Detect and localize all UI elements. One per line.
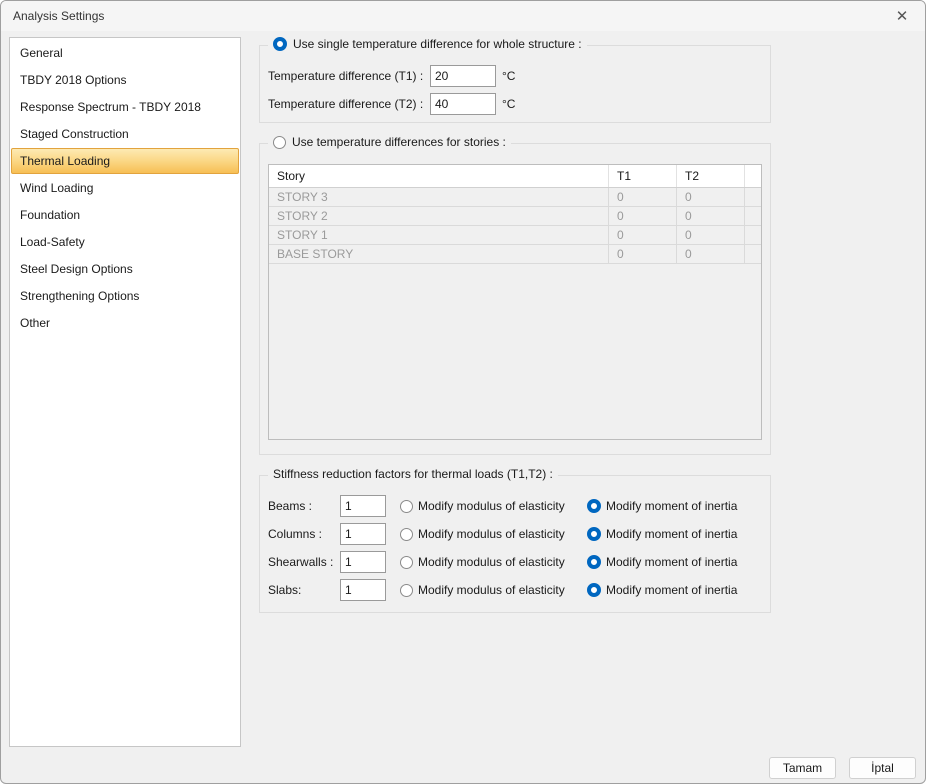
stiffness-group-head: Stiffness reduction factors for thermal … [268, 467, 558, 481]
sidebar-item-other[interactable]: Other [11, 310, 239, 336]
sidebar-item-tbdy-2018-options[interactable]: TBDY 2018 Options [11, 67, 239, 93]
t1-unit: °C [502, 69, 515, 83]
single-temp-group: Use single temperature difference for wh… [259, 45, 771, 123]
t1-cell: 0 [609, 188, 677, 206]
columns-inertia-radio[interactable] [587, 527, 601, 541]
modulus-option-label: Modify modulus of elasticity [418, 499, 565, 513]
t1-cell: 0 [609, 226, 677, 244]
columns-modulus-radio[interactable] [400, 528, 413, 541]
t2-unit: °C [502, 97, 515, 111]
stiffness-group: Stiffness reduction factors for thermal … [259, 475, 771, 613]
t2-label: Temperature difference (T2) : [268, 97, 430, 111]
window-title: Analysis Settings [13, 9, 104, 23]
titlebar: Analysis Settings ✕ [1, 1, 925, 31]
story-temp-group-head: Use temperature differences for stories … [268, 135, 511, 149]
slabs-label: Slabs: [268, 583, 340, 597]
slabs-modulus-radio[interactable] [400, 584, 413, 597]
t2-cell: 0 [677, 188, 745, 206]
slabs-inertia-radio[interactable] [587, 583, 601, 597]
shearwalls-inertia-radio[interactable] [587, 555, 601, 569]
table-row[interactable]: BASE STORY 0 0 [269, 245, 761, 264]
shearwalls-row: Shearwalls : Modify modulus of elasticit… [260, 548, 770, 576]
single-temp-radio-label: Use single temperature difference for wh… [293, 37, 582, 51]
modulus-option-label: Modify modulus of elasticity [418, 583, 565, 597]
story-temp-group: Use temperature differences for stories … [259, 143, 771, 455]
analysis-settings-dialog: Analysis Settings ✕ General TBDY 2018 Op… [0, 0, 926, 784]
single-temp-radio[interactable] [273, 37, 287, 51]
single-temp-group-head: Use single temperature difference for wh… [268, 37, 587, 51]
story-cell: STORY 2 [269, 207, 609, 225]
header-t1: T1 [609, 165, 677, 187]
header-filler [745, 165, 761, 187]
story-cell: BASE STORY [269, 245, 609, 263]
cancel-button[interactable]: İptal [849, 757, 916, 779]
t2-cell: 0 [677, 245, 745, 263]
modulus-option-label: Modify modulus of elasticity [418, 527, 565, 541]
shearwalls-factor-input[interactable] [340, 551, 386, 573]
stiffness-group-label: Stiffness reduction factors for thermal … [273, 467, 553, 481]
sidebar-item-strengthening-options[interactable]: Strengthening Options [11, 283, 239, 309]
beams-label: Beams : [268, 499, 340, 513]
t1-row: Temperature difference (T1) : °C [260, 62, 770, 90]
header-story: Story [269, 165, 609, 187]
inertia-option-label: Modify moment of inertia [606, 555, 737, 569]
shearwalls-label: Shearwalls : [268, 555, 340, 569]
sidebar-item-steel-design-options[interactable]: Steel Design Options [11, 256, 239, 282]
story-temp-radio-label: Use temperature differences for stories … [292, 135, 506, 149]
beams-row: Beams : Modify modulus of elasticity Mod… [260, 492, 770, 520]
inertia-option-label: Modify moment of inertia [606, 527, 737, 541]
columns-factor-input[interactable] [340, 523, 386, 545]
shearwalls-modulus-radio[interactable] [400, 556, 413, 569]
story-table-header: Story T1 T2 [269, 165, 761, 188]
columns-label: Columns : [268, 527, 340, 541]
t1-label: Temperature difference (T1) : [268, 69, 430, 83]
sidebar-item-foundation[interactable]: Foundation [11, 202, 239, 228]
sidebar-item-general[interactable]: General [11, 40, 239, 66]
t1-input[interactable] [430, 65, 496, 87]
sidebar-item-thermal-loading[interactable]: Thermal Loading [11, 148, 239, 174]
close-icon[interactable]: ✕ [891, 5, 913, 27]
t2-cell: 0 [677, 226, 745, 244]
main-panel: Use single temperature difference for wh… [259, 37, 771, 613]
story-cell: STORY 1 [269, 226, 609, 244]
story-table: Story T1 T2 STORY 3 0 0 STORY 2 0 0 [268, 164, 762, 440]
t1-cell: 0 [609, 245, 677, 263]
slabs-factor-input[interactable] [340, 579, 386, 601]
beams-modulus-radio[interactable] [400, 500, 413, 513]
sidebar-item-load-safety[interactable]: Load-Safety [11, 229, 239, 255]
table-row[interactable]: STORY 2 0 0 [269, 207, 761, 226]
t2-row: Temperature difference (T2) : °C [260, 90, 770, 118]
table-row[interactable]: STORY 1 0 0 [269, 226, 761, 245]
columns-row: Columns : Modify modulus of elasticity M… [260, 520, 770, 548]
sidebar-item-wind-loading[interactable]: Wind Loading [11, 175, 239, 201]
inertia-option-label: Modify moment of inertia [606, 583, 737, 597]
t2-cell: 0 [677, 207, 745, 225]
inertia-option-label: Modify moment of inertia [606, 499, 737, 513]
beams-inertia-radio[interactable] [587, 499, 601, 513]
beams-factor-input[interactable] [340, 495, 386, 517]
t2-input[interactable] [430, 93, 496, 115]
story-temp-radio[interactable] [273, 136, 286, 149]
sidebar: General TBDY 2018 Options Response Spect… [9, 37, 241, 747]
sidebar-item-staged-construction[interactable]: Staged Construction [11, 121, 239, 147]
header-t2: T2 [677, 165, 745, 187]
slabs-row: Slabs: Modify modulus of elasticity Modi… [260, 576, 770, 604]
table-row[interactable]: STORY 3 0 0 [269, 188, 761, 207]
modulus-option-label: Modify modulus of elasticity [418, 555, 565, 569]
sidebar-item-response-spectrum-tbdy-2018[interactable]: Response Spectrum - TBDY 2018 [11, 94, 239, 120]
story-cell: STORY 3 [269, 188, 609, 206]
ok-button[interactable]: Tamam [769, 757, 836, 779]
t1-cell: 0 [609, 207, 677, 225]
